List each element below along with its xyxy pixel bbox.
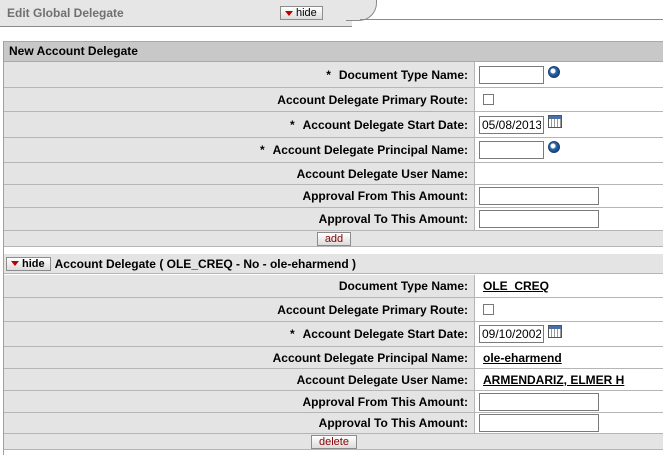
new-to-amount-input[interactable] — [479, 210, 599, 228]
tab-hide-button[interactable]: hide — [280, 6, 323, 20]
ex-to-amount-value-cell — [475, 413, 663, 433]
ex-principal-label: Account Delegate Principal Name: — [272, 350, 468, 365]
new-from-amount-input[interactable] — [479, 187, 599, 205]
ex-principal-link[interactable]: ole-eharmend — [483, 351, 562, 365]
new-start-date-value-cell — [475, 112, 663, 137]
new-principal-label: Account Delegate Principal Name: — [272, 143, 468, 157]
new-primary-route-row: Account Delegate Primary Route: — [4, 88, 663, 112]
new-to-amount-label-cell: Approval To This Amount: — [4, 208, 475, 230]
calendar-icon[interactable] — [548, 115, 562, 128]
tab-curve — [346, 0, 377, 21]
existing-hide-button[interactable]: hide — [6, 256, 51, 271]
new-from-amount-value-cell — [475, 185, 663, 207]
required-mark: * — [289, 117, 295, 132]
new-principal-label-cell: * Account Delegate Principal Name: — [4, 138, 475, 162]
triangle-down-icon — [285, 10, 293, 16]
required-mark: * — [289, 327, 295, 341]
existing-delegate-header: hide Account Delegate ( OLE_CREQ - No - … — [4, 254, 663, 274]
new-doc-type-label-cell: * Document Type Name: — [4, 62, 475, 87]
ex-principal-value-cell: ole-eharmend — [475, 347, 663, 368]
new-primary-route-value-cell — [475, 88, 663, 111]
new-start-date-input[interactable] — [479, 115, 544, 134]
magnifier-lookup-icon[interactable] — [548, 65, 560, 78]
ex-principal-row: Account Delegate Principal Name: ole-eha… — [4, 347, 663, 369]
new-start-date-row: * Account Delegate Start Date: — [4, 112, 663, 138]
tab-baseline — [360, 19, 663, 20]
magnifier-lookup-icon[interactable] — [548, 141, 560, 153]
ex-start-date-label: Account Delegate Start Date: — [302, 327, 468, 341]
delegate-panel: New Account Delegate * Document Type Nam… — [3, 41, 663, 455]
new-principal-row: * Account Delegate Principal Name: — [4, 138, 663, 163]
new-to-amount-label: Approval To This Amount: — [318, 212, 468, 226]
new-principal-input[interactable] — [479, 141, 544, 159]
triangle-down-icon — [11, 261, 19, 266]
tab-header: Edit Global Delegate hide — [0, 0, 663, 41]
new-user-name-row: Account Delegate User Name: — [4, 163, 663, 185]
new-doc-type-input[interactable] — [479, 65, 544, 84]
new-doc-type-label: Document Type Name: — [338, 67, 468, 82]
ex-from-amount-label: Approval From This Amount: — [302, 394, 468, 409]
new-delegate-header: New Account Delegate — [4, 41, 663, 62]
ex-to-amount-label-cell: Approval To This Amount: — [4, 413, 475, 433]
ex-doc-type-link[interactable]: OLE_CREQ — [483, 279, 549, 293]
new-user-name-label-cell: Account Delegate User Name: — [4, 163, 475, 184]
ex-from-amount-value-cell — [475, 391, 663, 412]
ex-start-date-input[interactable] — [479, 325, 544, 343]
new-from-amount-row: Approval From This Amount: — [4, 185, 663, 208]
existing-delegate-title: Account Delegate ( OLE_CREQ - No - ole-e… — [54, 256, 356, 271]
ex-from-amount-row: Approval From This Amount: — [4, 391, 663, 413]
ex-from-amount-label-cell: Approval From This Amount: — [4, 391, 475, 412]
new-to-amount-value-cell — [475, 208, 663, 230]
ex-principal-label-cell: Account Delegate Principal Name: — [4, 347, 475, 368]
ex-primary-route-row: Account Delegate Primary Route: — [4, 298, 663, 322]
calendar-icon[interactable] — [548, 324, 562, 338]
ex-start-date-label-cell: * Account Delegate Start Date: — [4, 322, 475, 346]
required-mark: * — [326, 67, 331, 82]
new-primary-route-label-cell: Account Delegate Primary Route: — [4, 88, 475, 111]
required-mark: * — [259, 143, 265, 157]
existing-hide-label: hide — [22, 257, 45, 270]
ex-start-date-value-cell — [475, 322, 663, 346]
delete-button[interactable]: delete — [311, 435, 357, 449]
ex-primary-route-value-cell — [475, 298, 663, 321]
new-from-amount-label-cell: Approval From This Amount: — [4, 185, 475, 207]
new-start-date-label: Account Delegate Start Date: — [302, 117, 468, 132]
ex-doc-type-value-cell: OLE_CREQ — [475, 275, 663, 297]
ex-user-name-value-cell: ARMENDARIZ, ELMER H — [475, 369, 663, 390]
new-doc-type-row: * Document Type Name: — [4, 62, 663, 88]
ex-user-name-link[interactable]: ARMENDARIZ, ELMER H — [483, 373, 624, 387]
tab-hide-label: hide — [296, 7, 317, 19]
add-button[interactable]: add — [316, 232, 352, 246]
new-start-date-label-cell: * Account Delegate Start Date: — [4, 112, 475, 137]
ex-to-amount-row: Approval To This Amount: — [4, 413, 663, 434]
ex-to-amount-label: Approval To This Amount: — [318, 416, 468, 430]
ex-user-name-label-cell: Account Delegate User Name: — [4, 369, 475, 390]
delete-button-row: delete — [4, 434, 663, 450]
ex-doc-type-row: Document Type Name: OLE_CREQ — [4, 275, 663, 298]
add-button-row: add — [4, 231, 663, 247]
ex-start-date-row: * Account Delegate Start Date: — [4, 322, 663, 347]
ex-user-name-row: Account Delegate User Name: ARMENDARIZ, … — [4, 369, 663, 391]
new-from-amount-label: Approval From This Amount: — [302, 189, 468, 203]
new-user-name-value-cell — [475, 163, 663, 184]
new-primary-route-label: Account Delegate Primary Route: — [277, 92, 468, 107]
new-doc-type-value-cell — [475, 62, 663, 87]
ex-primary-route-label: Account Delegate Primary Route: — [277, 302, 468, 317]
new-to-amount-row: Approval To This Amount: — [4, 208, 663, 231]
new-principal-value-cell — [475, 138, 663, 162]
ex-from-amount-input[interactable] — [479, 392, 599, 411]
ex-doc-type-label: Document Type Name: — [338, 279, 468, 293]
ex-primary-route-label-cell: Account Delegate Primary Route: — [4, 298, 475, 321]
new-primary-route-checkbox[interactable] — [483, 94, 494, 105]
ex-doc-type-label-cell: Document Type Name: — [4, 275, 475, 297]
ex-primary-route-checkbox[interactable] — [483, 304, 494, 315]
tab-title: Edit Global Delegate — [7, 6, 124, 20]
ex-to-amount-input[interactable] — [479, 414, 599, 432]
new-user-name-label: Account Delegate User Name: — [296, 166, 468, 181]
ex-user-name-label: Account Delegate User Name: — [296, 372, 468, 387]
